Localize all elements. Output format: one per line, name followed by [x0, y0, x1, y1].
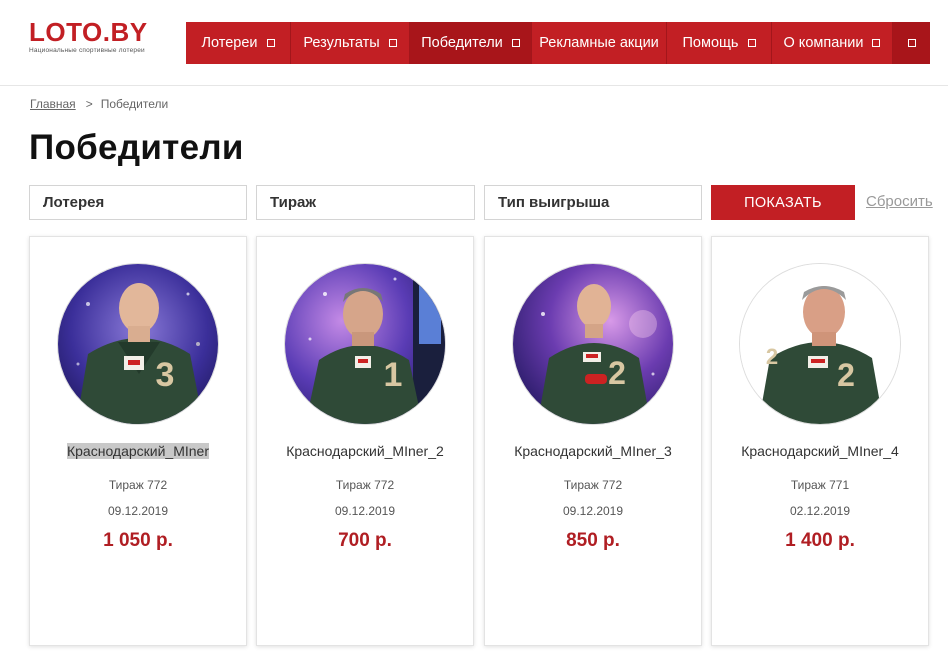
page-title: Победители	[29, 128, 244, 167]
site-header: LOTO.BY Национальные спортивные лотереи …	[0, 0, 948, 86]
nav-item-label: Результаты	[303, 35, 380, 51]
nav-item-winners[interactable]: Победители	[410, 22, 532, 64]
winner-date: 09.12.2019	[562, 504, 624, 518]
winner-name[interactable]: Краснодарский_MIner_3	[514, 443, 672, 459]
nav-item-results[interactable]: Результаты	[291, 22, 410, 64]
nav-item-label: Победители	[421, 35, 503, 51]
shirt-number: 3	[156, 356, 175, 394]
winner-card[interactable]: 1 Краснодарский_MIner_2 Тираж 772 09.12.…	[256, 236, 474, 646]
logo-title: LOTO.BY	[29, 17, 148, 47]
winner-name[interactable]: Краснодарский_MIner_4	[741, 443, 899, 459]
nav-item-lotteries[interactable]: Лотереи	[186, 22, 291, 64]
draw-select-value: Тираж	[270, 194, 316, 211]
site-logo[interactable]: LOTO.BY Национальные спортивные лотереи	[29, 18, 148, 54]
nav-item-promotions[interactable]: Рекламные акции	[532, 22, 667, 64]
nav-item-about[interactable]: О компании	[772, 22, 893, 64]
prize-type-select-value: Тип выигрыша	[498, 194, 610, 211]
winner-card[interactable]: 3 Краснодарский_MIner Тираж 772 09.12.20…	[29, 236, 247, 646]
nav-item-label: Лотереи	[201, 35, 258, 51]
breadcrumb: Главная > Победители	[30, 97, 168, 111]
winner-prize: 850 р.	[566, 530, 620, 551]
winner-prize: 1 050 р.	[103, 530, 173, 551]
lottery-select[interactable]: Лотерея	[29, 185, 247, 220]
shirt-number: 2	[608, 355, 626, 391]
draw-select[interactable]: Тираж	[256, 185, 475, 220]
winner-prize: 700 р.	[338, 530, 392, 551]
winner-draw: Тираж 772	[563, 478, 623, 492]
main-nav: Лотереи Результаты Победители Рекламные …	[186, 22, 930, 64]
nav-item-label: Помощь	[682, 35, 739, 51]
svg-text:2: 2	[766, 344, 778, 369]
winner-photo: 2	[512, 263, 674, 425]
winner-draw: Тираж 771	[790, 478, 850, 492]
winner-photo: 1	[284, 263, 446, 425]
shirt-number: 1	[384, 356, 403, 394]
winner-card[interactable]: 2 2 Краснодарский_MIner_4 Тираж 771 02.1…	[711, 236, 929, 646]
winner-date: 09.12.2019	[334, 504, 396, 518]
winner-date: 09.12.2019	[107, 504, 169, 518]
winner-name[interactable]: Краснодарский_MIner_2	[286, 443, 444, 459]
winner-photo: 2 2	[739, 263, 901, 425]
nav-item-help[interactable]: Помощь	[667, 22, 772, 64]
nav-item-label: О компании	[783, 35, 864, 51]
menu-icon	[907, 39, 916, 47]
winner-card[interactable]: 2 Краснодарский_MIner_3 Тираж 772 09.12.…	[484, 236, 702, 646]
reset-link[interactable]: Сбросить	[866, 193, 933, 210]
lottery-select-value: Лотерея	[43, 194, 105, 211]
breadcrumb-current: Победители	[100, 97, 169, 111]
square-icon	[266, 39, 275, 47]
prize-type-select[interactable]: Тип выигрыша	[484, 185, 702, 220]
square-icon	[872, 39, 881, 47]
shirt-number: 2	[837, 357, 855, 393]
square-icon	[511, 39, 520, 47]
square-icon	[747, 39, 756, 47]
winner-prize: 1 400 р.	[785, 530, 855, 551]
winner-photo: 3	[57, 263, 219, 425]
show-button[interactable]: ПОКАЗАТЬ	[711, 185, 855, 220]
winner-draw: Тираж 772	[108, 478, 168, 492]
menu-button[interactable]	[893, 22, 930, 64]
winner-draw: Тираж 772	[335, 478, 395, 492]
nav-item-label: Рекламные акции	[539, 35, 659, 51]
winner-name[interactable]: Краснодарский_MIner	[66, 443, 210, 459]
logo-subtitle: Национальные спортивные лотереи	[29, 47, 145, 54]
breadcrumb-separator: >	[85, 97, 93, 111]
breadcrumb-home-link[interactable]: Главная	[30, 97, 76, 111]
square-icon	[388, 39, 397, 47]
winner-date: 02.12.2019	[789, 504, 851, 518]
